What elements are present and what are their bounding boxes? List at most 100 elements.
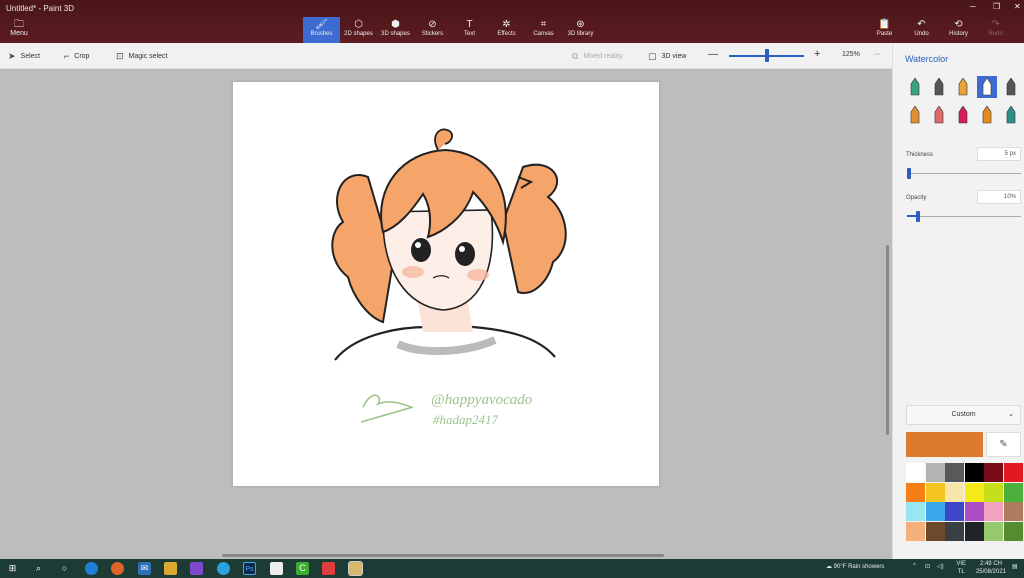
opacity-slider-thumb[interactable] [916,211,921,222]
tool-label: Stickers [421,31,444,37]
menu-button[interactable]: 🗀 Menu [8,19,30,37]
opacity-slider[interactable] [907,216,1021,217]
current-color [906,432,983,457]
color-swatch[interactable] [906,502,925,521]
color-swatch[interactable] [964,521,984,541]
tool-label: 3D library [567,31,594,37]
language-indicator[interactable]: VIE TL [956,560,966,576]
vertical-scrollbar[interactable] [886,245,889,435]
color-swatch[interactable] [925,521,945,541]
tool-canvas[interactable]: ⌗ Canvas [525,17,562,43]
color-swatch[interactable] [984,482,1003,502]
opacity-label: Opacity [906,195,927,201]
color-swatch[interactable] [964,482,984,502]
pencil-icon[interactable] [905,104,925,126]
drawing-canvas[interactable]: @happyavocado #hadap2417 [233,82,659,486]
color-swatch[interactable] [945,502,964,521]
firefox-icon[interactable] [111,562,124,575]
horizontal-scrollbar[interactable] [222,554,664,557]
tool-text[interactable]: T Text [451,17,488,43]
crop-icon: ⌐ [64,51,70,61]
color-swatch[interactable] [906,521,925,541]
color-swatch[interactable] [1003,482,1023,502]
color-swatch[interactable] [984,463,1003,482]
clock[interactable]: 2:49 CH 25/08/2021 [976,560,1006,576]
color-swatch[interactable] [984,521,1003,541]
tool-label: Brushes [310,31,333,37]
minimize-button[interactable]: ─ [970,2,976,11]
zoom-slider-thumb[interactable] [764,49,769,62]
crop-button[interactable]: ⌐ Crop [64,51,89,61]
mail-icon[interactable]: ✉ [138,562,151,575]
tray-chevron-icon[interactable]: ^ [913,563,916,569]
magic-select-icon: ⊡ [116,51,124,61]
notification-icon[interactable]: ▤ [1012,563,1018,570]
fill-icon[interactable] [1001,104,1021,126]
redo-button[interactable]: ↷ Redo [977,17,1014,43]
tool-stickers[interactable]: ⊘ Stickers [414,17,451,43]
file-explorer-icon[interactable] [164,562,177,575]
tool-2d-shapes[interactable]: ⬡ 2D shapes [340,17,377,43]
thickness-input[interactable]: 5 px [977,147,1021,161]
calligraphy-pen-icon[interactable] [929,76,949,98]
volume-icon[interactable]: ◁) [937,563,944,570]
zoom-out-button[interactable]: — [708,49,718,60]
color-swatch[interactable] [964,463,984,482]
network-icon[interactable]: ⊡ [925,563,930,570]
document-icon[interactable] [270,562,283,575]
eyedropper-button[interactable]: ✎ [986,432,1021,457]
tool-brushes[interactable]: 🖌 Brushes [303,17,340,43]
color-swatch[interactable] [1003,463,1023,482]
start-icon[interactable]: ⊞ [6,562,19,575]
photoshop-icon[interactable]: Ps [243,562,256,575]
app-icon[interactable] [322,562,335,575]
telegram-icon[interactable] [217,562,230,575]
color-swatch[interactable] [906,482,925,502]
eraser-icon[interactable] [929,104,949,126]
edge-icon[interactable] [85,562,98,575]
color-swatch[interactable] [964,502,984,521]
select-button[interactable]: ➤ Select [8,51,40,62]
search-icon[interactable]: ⌕ [32,562,45,575]
tool-3d-shapes[interactable]: ⬢ 3D shapes [377,17,414,43]
color-swatch[interactable] [906,463,925,482]
color-swatch[interactable] [984,502,1003,521]
zoom-in-button[interactable]: + [814,48,820,60]
tool-3d-library[interactable]: ⊛ 3D library [562,17,599,43]
color-swatch[interactable] [1003,502,1023,521]
color-swatch[interactable] [1003,521,1023,541]
crayon-icon[interactable] [953,104,973,126]
magic-select-button[interactable]: ⊡ Magic select [116,51,167,62]
color-swatch[interactable] [925,482,945,502]
thickness-slider[interactable] [907,173,1021,174]
right-eye [455,242,475,266]
tool-effects[interactable]: ✲ Effects [488,17,525,43]
paste-button[interactable]: 📋 Paste [866,17,903,43]
spray-can-icon[interactable] [977,104,997,126]
active-app-icon[interactable] [348,561,363,576]
color-swatch[interactable] [925,463,945,482]
opacity-input[interactable]: 10% [977,190,1021,204]
maximize-button[interactable]: ❐ [993,2,1000,11]
thickness-slider-thumb[interactable] [907,168,912,179]
left-blush [402,266,424,278]
weather-widget[interactable]: ☁ 90°F Rain showers [826,563,884,570]
color-swatch[interactable] [945,521,964,541]
color-swatch[interactable] [925,502,945,521]
more-options-button[interactable]: ··· [874,51,881,58]
pixel-pen-icon[interactable] [1001,76,1021,98]
clip-studio-icon[interactable]: C [296,562,309,575]
3d-view-button[interactable]: ▢ 3D view [648,51,686,62]
color-swatch[interactable] [945,482,964,502]
cortana-icon[interactable]: ○ [58,562,71,575]
oil-brush-icon[interactable] [953,76,973,98]
undo-button[interactable]: ↶ Undo [903,17,940,43]
mixed-reality-button[interactable]: ⧉ Mixed reality [572,51,623,62]
marker-icon[interactable] [905,76,925,98]
paint-3d-taskbar-icon[interactable] [190,562,203,575]
history-button[interactable]: ⟲ History [940,17,977,43]
custom-color-dropdown[interactable]: Custom ⌄ [906,405,1021,425]
close-button[interactable]: ✕ [1014,2,1021,11]
watercolor-icon[interactable] [977,76,997,98]
color-swatch[interactable] [945,463,964,482]
